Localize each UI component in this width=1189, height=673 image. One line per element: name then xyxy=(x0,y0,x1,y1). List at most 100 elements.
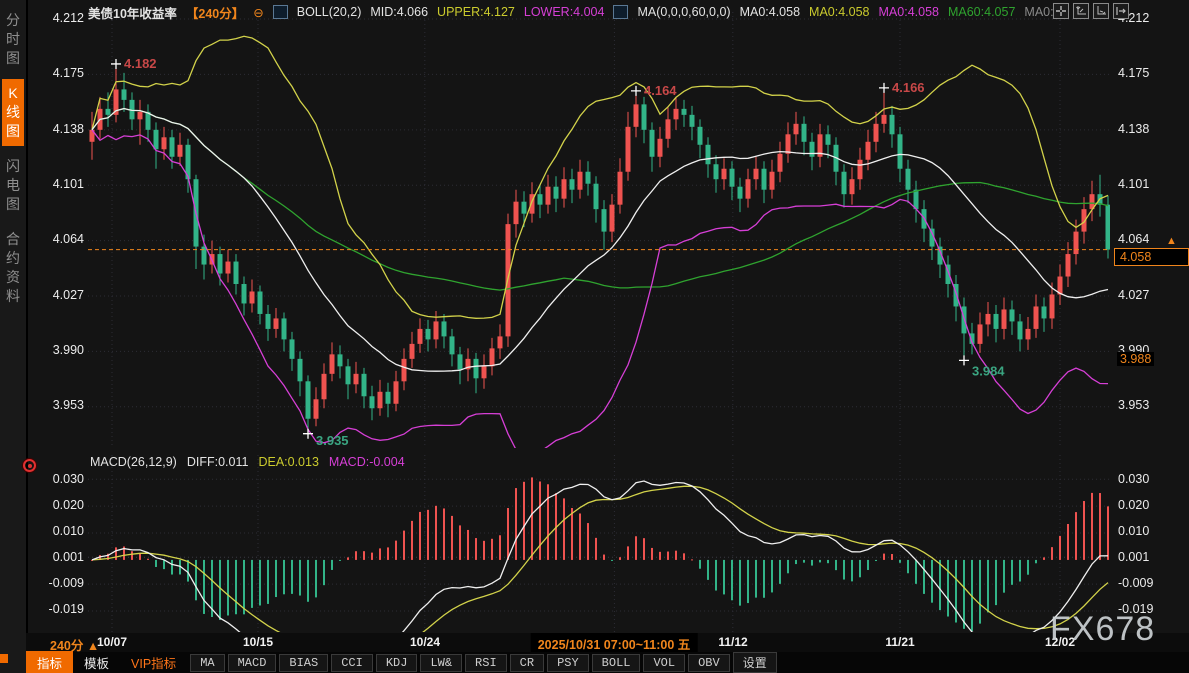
tab-vip-indicator[interactable]: VIP指标 xyxy=(120,651,187,673)
price-label: 4.212 xyxy=(30,11,84,25)
sidebar-tab-2[interactable]: 闪 电 图 xyxy=(2,152,24,219)
macd-axis-label: 0.010 xyxy=(1118,524,1149,538)
indicator-tab-KDJ[interactable]: KDJ xyxy=(376,654,418,672)
indicator-tab-PSY[interactable]: PSY xyxy=(547,654,589,672)
macd-histogram-bar xyxy=(483,541,485,560)
macd-axis-label: 0.020 xyxy=(30,498,84,512)
macd-histogram-bar xyxy=(155,560,157,567)
candle-body xyxy=(162,137,167,149)
macd-histogram-bar xyxy=(819,560,821,563)
candle-body xyxy=(306,381,311,418)
axis-scale-left-icon[interactable] xyxy=(1073,3,1089,19)
macd-histogram-bar xyxy=(891,554,893,560)
macd-histogram-bar xyxy=(875,560,877,561)
macd-histogram-bar xyxy=(1011,560,1013,585)
price-label: 4.064 xyxy=(30,232,84,246)
macd-histogram-bar xyxy=(1099,493,1101,560)
macd-histogram-bar xyxy=(475,538,477,560)
indicator-tab-VOL[interactable]: VOL xyxy=(643,654,685,672)
macd-histogram-bar xyxy=(387,547,389,559)
collapse-icon[interactable]: ⊖ xyxy=(253,5,263,20)
sidebar-tab-0[interactable]: 分 时 图 xyxy=(2,6,24,73)
candle-body xyxy=(986,314,991,324)
tab-indicator[interactable]: 指标 xyxy=(26,651,73,673)
pan-right-icon[interactable] xyxy=(1113,3,1129,19)
page-title: 美债10年收益率 xyxy=(88,3,177,22)
candle-body xyxy=(642,104,647,129)
indicator-tab-设置[interactable]: 设置 xyxy=(733,652,777,673)
interval-badge[interactable]: 【240分】 xyxy=(186,3,244,22)
candle-body xyxy=(842,172,847,194)
time-axis: 240分 ▲ 10/07 10/15 10/24 2025/10/31 07:0… xyxy=(26,633,1189,652)
macd-histogram-bar xyxy=(187,560,189,582)
indicator-tab-BOLL[interactable]: BOLL xyxy=(592,654,641,672)
record-dot-icon[interactable] xyxy=(23,459,36,472)
macd-histogram-bar xyxy=(1059,536,1061,560)
macd-histogram-bar xyxy=(979,560,981,624)
macd-axis-label: 0.030 xyxy=(1118,472,1149,486)
macd-chart-canvas[interactable] xyxy=(88,455,1110,632)
candle-body xyxy=(106,109,111,115)
indicator-tab-OBV[interactable]: OBV xyxy=(688,654,730,672)
ma-indicator-icon[interactable] xyxy=(613,5,628,19)
candle-body xyxy=(994,314,999,329)
price-label: 4.138 xyxy=(30,122,84,136)
price-label: 4.175 xyxy=(1118,66,1149,80)
indicator-tab-LW&[interactable]: LW& xyxy=(420,654,462,672)
candle-body xyxy=(1002,309,1007,328)
indicator-tab-BIAS[interactable]: BIAS xyxy=(279,654,328,672)
scroll-to-latest-arrow[interactable]: ▲ xyxy=(1166,235,1177,247)
candle-body xyxy=(354,374,359,384)
candle-body xyxy=(570,179,575,189)
macd-histogram-bar xyxy=(443,508,445,559)
boll-upper-value: UPPER:4.127 xyxy=(437,5,515,19)
macd-histogram-bar xyxy=(139,553,141,560)
macd-histogram-bar xyxy=(843,560,845,580)
macd-histogram-bar xyxy=(859,560,861,577)
price-label: 3.953 xyxy=(1118,398,1149,412)
indicator-tab-MACD[interactable]: MACD xyxy=(228,654,277,672)
macd-histogram-bar xyxy=(371,553,373,560)
indicator-tab-CCI[interactable]: CCI xyxy=(331,654,373,672)
candle-body xyxy=(418,329,423,344)
ma-label: MA(0,0,0,60,0,0) xyxy=(637,5,730,19)
candle-body xyxy=(538,194,543,204)
axis-scale-right-icon[interactable] xyxy=(1093,3,1109,19)
price-label: 4.175 xyxy=(30,66,84,80)
candle-body xyxy=(850,179,855,194)
macd-histogram-bar xyxy=(915,560,917,584)
sidebar-tab-3[interactable]: 合 约 资 料 xyxy=(2,225,24,311)
candle-body xyxy=(586,172,591,184)
macd-histogram-bar xyxy=(243,560,245,614)
candle-body xyxy=(562,179,567,198)
indicator-tab-MA[interactable]: MA xyxy=(190,654,224,672)
macd-histogram-bar xyxy=(771,560,773,593)
indicator-tab-RSI[interactable]: RSI xyxy=(465,654,507,672)
main-chart-canvas[interactable]: 4.1823.9354.1644.1663.984 xyxy=(88,12,1110,448)
macd-axis-label: 0.001 xyxy=(1118,550,1149,564)
macd-histogram-bar xyxy=(419,512,421,560)
macd-histogram-bar xyxy=(1083,501,1085,560)
crosshair-icon[interactable] xyxy=(1053,3,1069,19)
macd-histogram-bar xyxy=(403,531,405,560)
candle-body xyxy=(322,374,327,399)
macd-histogram-bar xyxy=(467,530,469,560)
price-label: 4.064 xyxy=(1118,232,1149,246)
macd-histogram-bar xyxy=(331,560,333,570)
candle-body xyxy=(890,115,895,134)
sidebar-tab-1[interactable]: K 线 图 xyxy=(2,79,24,146)
tab-template[interactable]: 模板 xyxy=(73,651,120,673)
boll-indicator-icon[interactable] xyxy=(273,5,288,19)
macd-histogram-bar xyxy=(163,560,165,569)
price-label: 3.953 xyxy=(30,398,84,412)
macd-histogram-bar xyxy=(931,560,933,603)
extreme-cross-marker xyxy=(631,86,641,96)
macd-histogram-bar xyxy=(723,560,725,595)
macd-histogram-bar xyxy=(595,538,597,560)
candle-body xyxy=(634,104,639,126)
macd-histogram-bar xyxy=(995,560,997,605)
candle-body xyxy=(266,314,271,329)
candle-body xyxy=(458,354,463,369)
macd-histogram-bar xyxy=(635,536,637,560)
indicator-tab-CR[interactable]: CR xyxy=(510,654,544,672)
